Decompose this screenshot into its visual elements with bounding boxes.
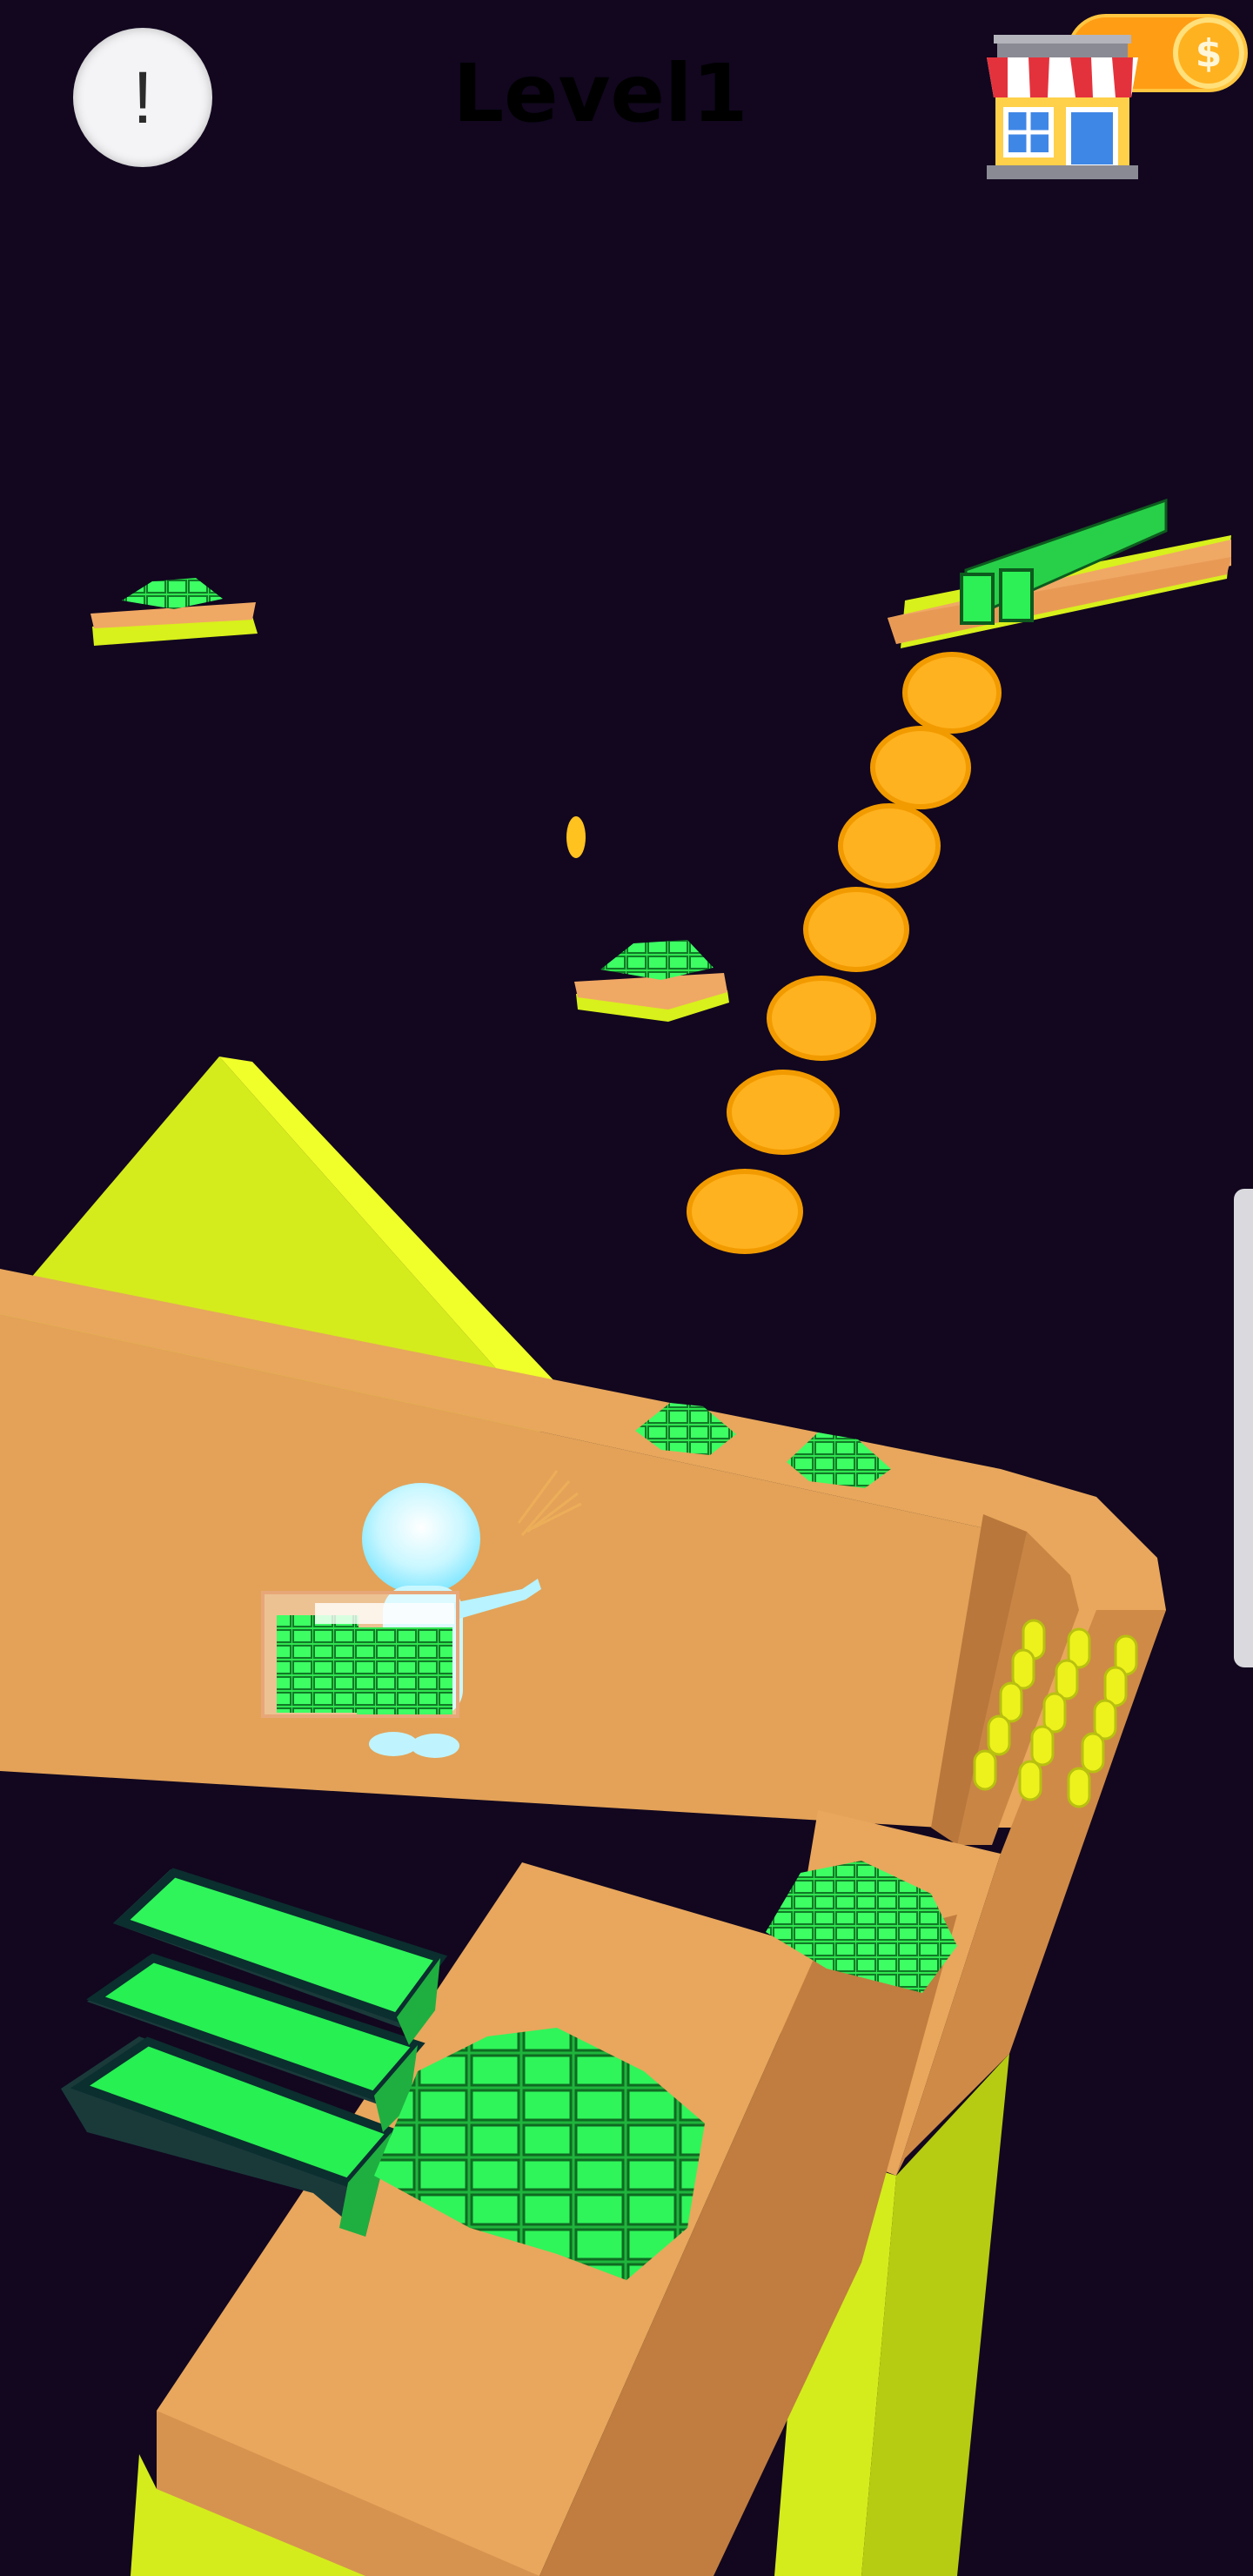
help-button[interactable]: ! — [73, 28, 212, 167]
shop-icon[interactable] — [983, 35, 1142, 183]
coin-icon: $ — [1173, 17, 1244, 89]
scrollbar[interactable] — [1234, 1189, 1253, 1667]
distant-coin — [566, 816, 586, 858]
game-scene[interactable] — [0, 0, 1253, 2576]
game-screen[interactable]: ! Level1 $ — [0, 0, 1253, 2576]
level-title: Level1 — [452, 47, 748, 140]
coin-symbol: $ — [1195, 30, 1223, 76]
help-icon: ! — [132, 57, 153, 138]
